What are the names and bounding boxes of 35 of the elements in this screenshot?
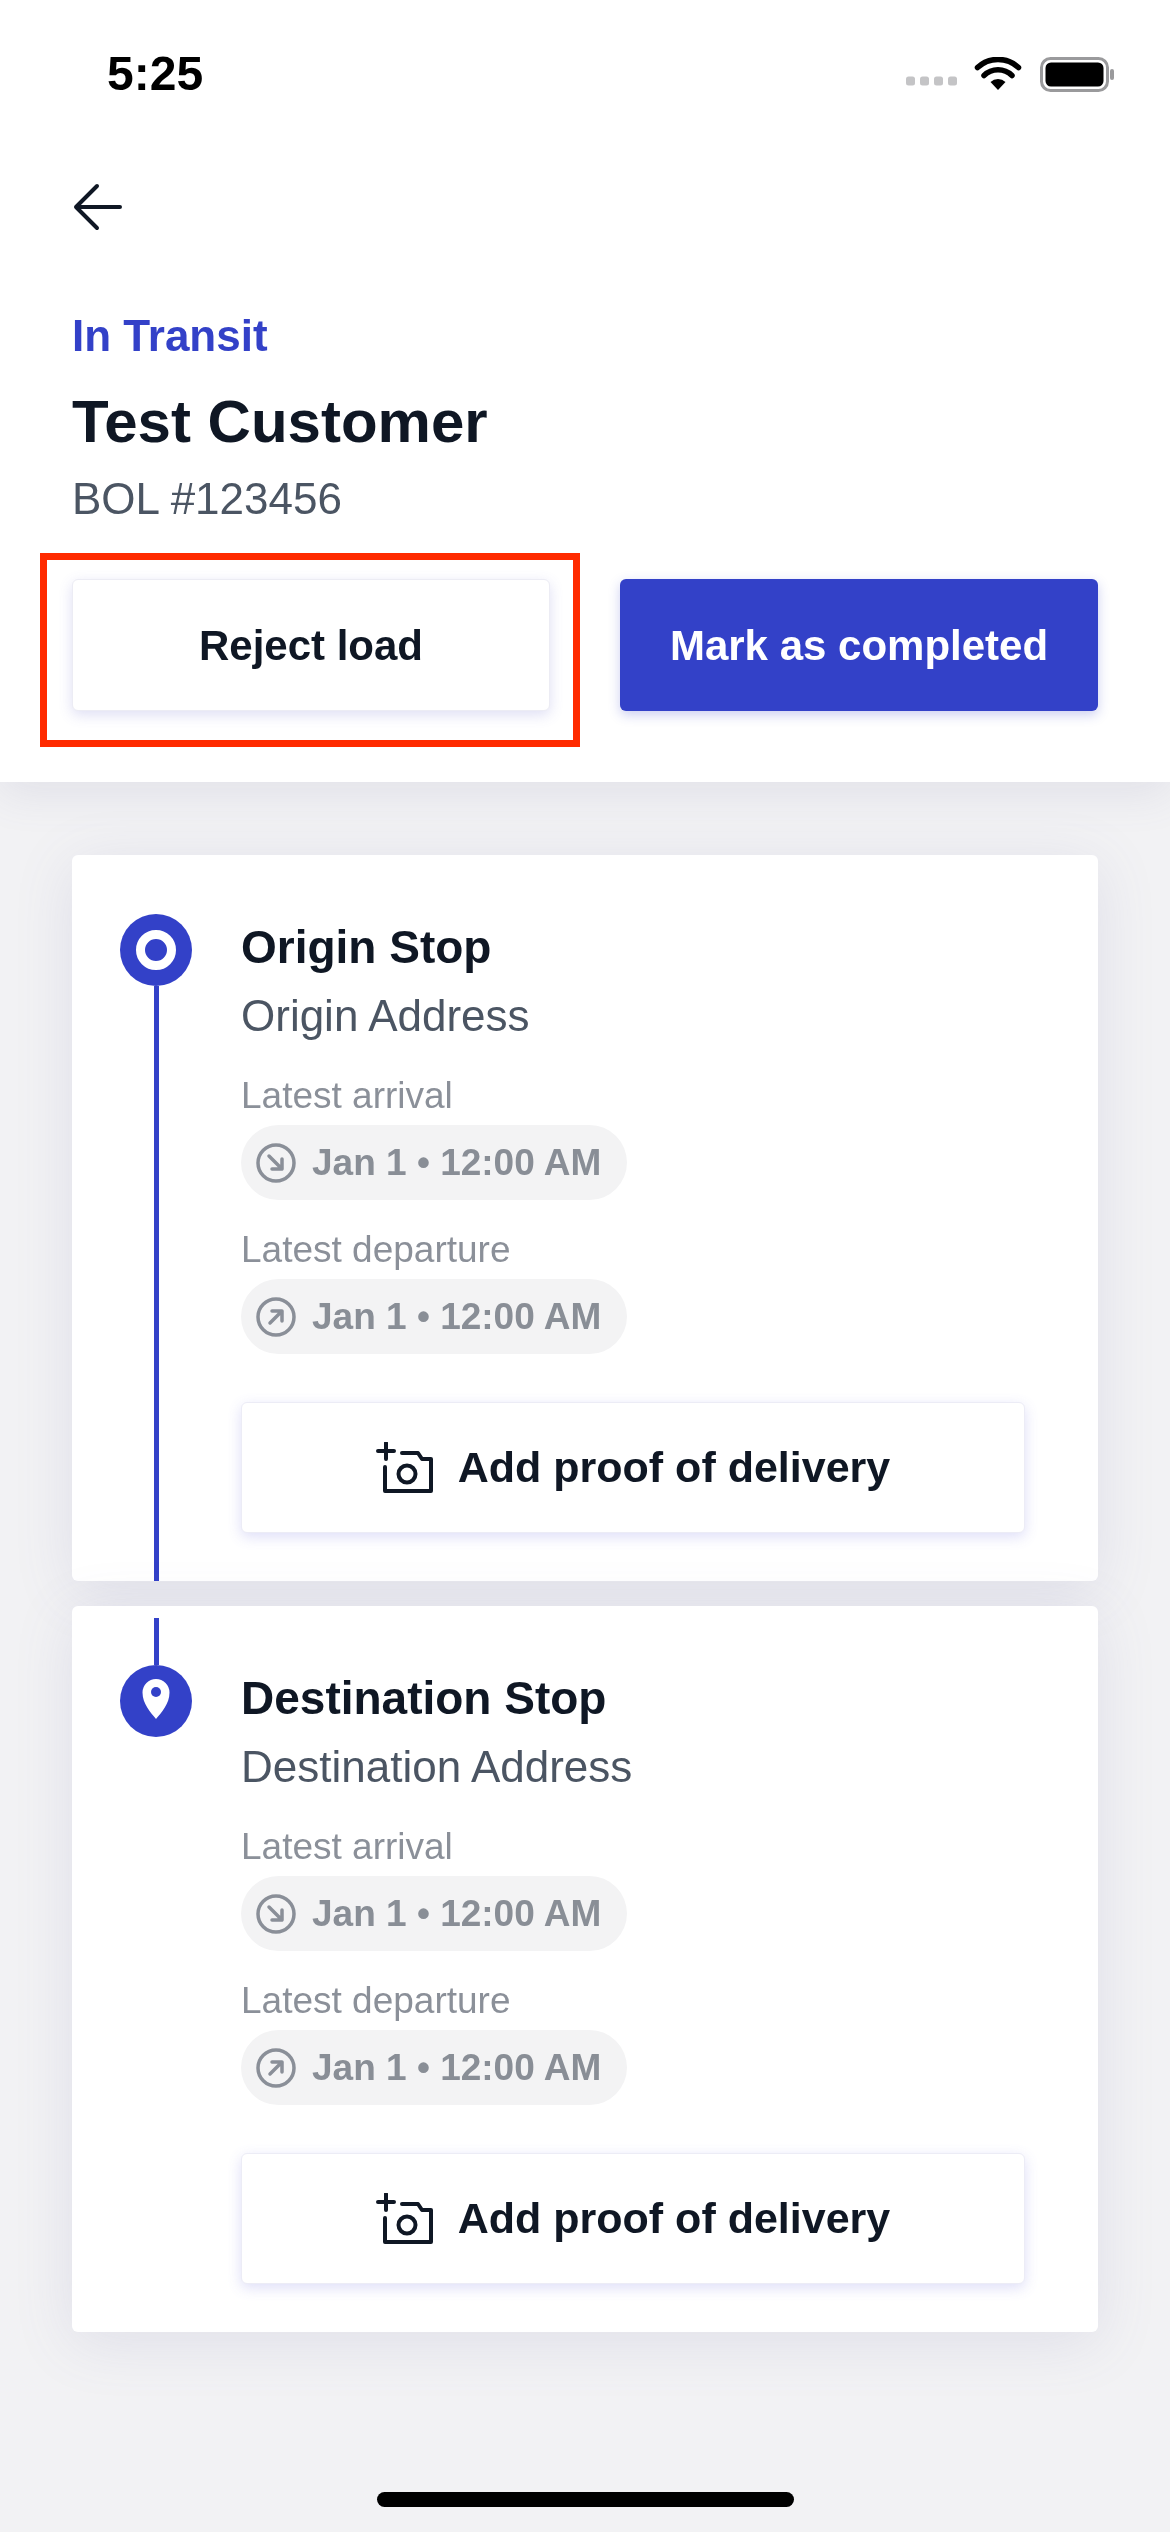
map-pin-marker-icon (120, 1665, 192, 1737)
time-label: Latest arrival (241, 1825, 453, 1869)
time-label: Latest departure (241, 1228, 511, 1272)
stop-address: Origin Address (241, 990, 531, 1042)
camera-plus-icon (375, 1441, 434, 1494)
camera-plus-icon (375, 2192, 434, 2245)
bol-number: BOL #123456 (72, 473, 343, 525)
battery-icon (1040, 56, 1114, 92)
wifi-icon (974, 57, 1022, 91)
status-label: In Transit (72, 310, 269, 362)
stop-title: Destination Stop (241, 1671, 608, 1726)
arrow-left-icon (72, 183, 122, 231)
time-label: Latest arrival (241, 1074, 453, 1118)
arrow-up-right-circle-icon (256, 2047, 296, 2088)
time-value: Jan 1 • 12:00 AM (312, 1294, 602, 1339)
complete-button[interactable]: Mark as completed (620, 579, 1098, 711)
stop-title: Origin Stop (241, 920, 493, 975)
ring-marker-icon (120, 914, 192, 986)
stop-address: Destination Address (241, 1741, 634, 1793)
add-proof-label: Add proof of delivery (457, 2193, 891, 2245)
time-label: Latest departure (241, 1979, 511, 2023)
add-proof-button[interactable]: Add proof of delivery (241, 2153, 1025, 2284)
arrow-up-right-circle-icon (256, 1296, 296, 1337)
time-value: Jan 1 • 12:00 AM (312, 1140, 602, 1185)
add-proof-label: Add proof of delivery (457, 1442, 891, 1494)
time-value: Jan 1 • 12:00 AM (312, 1891, 602, 1936)
arrow-down-right-circle-icon (256, 1893, 296, 1934)
status-time: 5:25 (107, 46, 204, 102)
signal-icon (906, 76, 957, 86)
customer-name: Test Customer (72, 387, 489, 457)
reject-button[interactable]: Reject load (72, 579, 550, 711)
time-value: Jan 1 • 12:00 AM (312, 2045, 602, 2090)
back-button[interactable] (72, 183, 122, 231)
arrow-down-right-circle-icon (256, 1142, 296, 1183)
add-proof-button[interactable]: Add proof of delivery (241, 1402, 1025, 1533)
